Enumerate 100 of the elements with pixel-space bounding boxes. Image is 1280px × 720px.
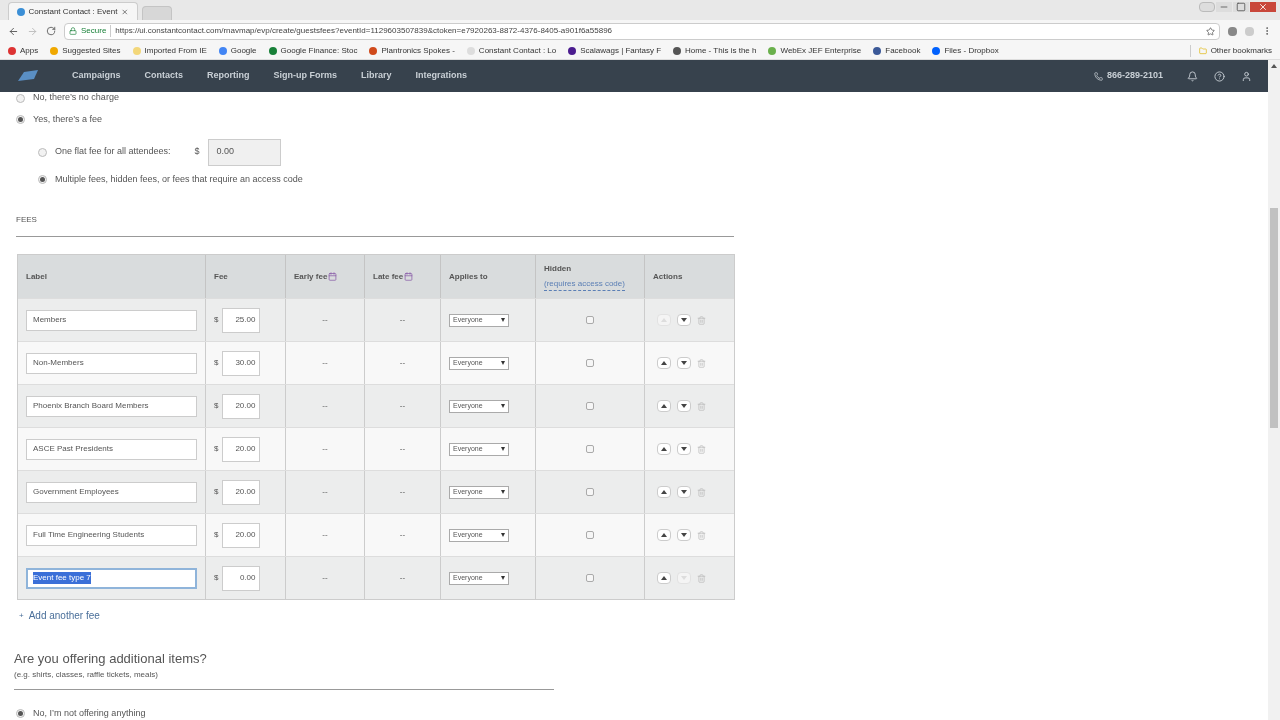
bookmark-link[interactable]: Files - Dropbox [932, 44, 999, 57]
bookmark-link[interactable]: Google [218, 44, 257, 57]
column-header: Applies to [449, 270, 488, 283]
phone-number: 866-289-2101 [1106, 69, 1163, 83]
back-icon[interactable] [8, 25, 19, 37]
late-fee-cell: -- [399, 572, 406, 584]
caret-icon [501, 533, 505, 537]
bookmark-link[interactable]: Scalawags | Fantasy F [568, 44, 662, 57]
hidden-checkbox[interactable] [586, 316, 594, 324]
reload-icon[interactable] [46, 26, 56, 36]
fee-amount-field[interactable]: 0.00 [222, 565, 261, 591]
nav-link[interactable]: Library [361, 69, 392, 83]
late-fee-cell: -- [399, 314, 406, 326]
move-up-button[interactable] [657, 486, 671, 498]
browser-tab[interactable]: Constant Contact : Event [8, 2, 138, 20]
bookmark-folder[interactable]: Other bookmarks [1189, 44, 1272, 57]
caret-icon [501, 318, 505, 322]
column-header: Early fee [294, 270, 328, 283]
radio-button[interactable] [16, 708, 25, 718]
move-up-button[interactable] [657, 529, 671, 541]
hidden-checkbox[interactable] [586, 445, 594, 453]
bookmark-link[interactable]: Home - This is the h [673, 44, 757, 57]
fee-amount-field[interactable]: 20.00 [222, 393, 261, 419]
bookmark-link[interactable]: Imported From IE [132, 44, 207, 57]
user-icon[interactable] [1241, 70, 1252, 82]
late-fee-cell: -- [399, 486, 406, 498]
profile-icon[interactable] [1199, 2, 1215, 12]
nav-link[interactable]: Contacts [144, 69, 184, 83]
currency-label: $ [214, 443, 219, 455]
fee-label-field[interactable]: Non-Members [26, 352, 197, 374]
bookmark-icon [673, 46, 682, 55]
flat-fee-field[interactable]: 0.00 [207, 138, 281, 166]
bookmark-star-icon[interactable] [1206, 26, 1215, 36]
move-down-button[interactable] [677, 314, 691, 326]
help-icon[interactable] [1214, 70, 1225, 82]
forward-icon[interactable] [27, 25, 38, 37]
hidden-checkbox[interactable] [586, 488, 594, 496]
fee-amount-field[interactable]: 20.00 [222, 479, 261, 505]
move-up-button[interactable] [657, 443, 671, 455]
hidden-checkbox[interactable] [586, 402, 594, 410]
bookmark-link[interactable]: Suggested Sites [50, 44, 121, 57]
hidden-checkbox[interactable] [586, 574, 594, 582]
move-down-button[interactable] [677, 357, 691, 369]
early-fee-cell: -- [322, 529, 328, 541]
nav-link[interactable]: Reporting [207, 69, 250, 83]
fee-label-field[interactable]: ASCE Past Presidents [26, 438, 197, 460]
option-label: One flat fee for all attendees: [55, 145, 171, 159]
calendar-icon[interactable] [404, 272, 414, 281]
close-icon[interactable] [1250, 2, 1276, 12]
bookmark-link[interactable]: WebEx JEF Enterprise [768, 44, 862, 57]
calendar-icon[interactable] [328, 272, 338, 281]
move-up-button[interactable] [657, 400, 671, 412]
bell-icon[interactable] [1187, 70, 1198, 82]
fee-label-field[interactable]: Full Time Engineering Students [26, 524, 197, 546]
minimize-icon[interactable] [1216, 2, 1232, 12]
move-up-button[interactable] [657, 572, 671, 584]
column-header: Hidden [544, 262, 573, 275]
radio-button[interactable] [16, 115, 25, 125]
fee-amount-field[interactable]: 25.00 [222, 307, 261, 333]
fee-amount-field[interactable]: 20.00 [222, 522, 261, 548]
option-label: No, I’m not offering anything [33, 706, 146, 720]
bookmark-link[interactable]: Apps [8, 44, 39, 57]
fee-label-field[interactable]: Phoenix Branch Board Members [26, 395, 197, 417]
nav-link[interactable]: Sign-up Forms [273, 69, 338, 83]
currency-label: $ [214, 572, 219, 584]
move-down-button[interactable] [677, 400, 691, 412]
currency-label: $ [214, 314, 219, 326]
fee-label-field[interactable]: Members [26, 309, 197, 331]
option-label: Yes, there’s a fee [33, 113, 103, 126]
bookmark-link[interactable]: Google Finance: Stoc [268, 44, 358, 57]
fee-label-field[interactable]: Event fee type 7 [26, 567, 197, 589]
trash-icon[interactable] [697, 358, 706, 368]
address-bar[interactable]: Secure https://ui.constantcontact.com/rnavmap/evp/create/guestsfees?eventId=1129603507839&ctoken=e7920263-8872-4376-8405-a901f6a55896 [64, 22, 1220, 40]
bookmark-icon [218, 46, 227, 55]
fee-amount-field[interactable]: 20.00 [222, 436, 261, 462]
bookmark-link[interactable]: Facebook [873, 44, 921, 57]
nav-link[interactable]: Campaigns [72, 69, 121, 83]
bookmark-link[interactable]: Plantronics Spokes - [369, 44, 455, 57]
hidden-checkbox[interactable] [586, 359, 594, 367]
bookmark-link[interactable]: Constant Contact : Lo [466, 44, 557, 57]
trash-icon[interactable] [697, 444, 706, 454]
caret-icon [501, 576, 505, 580]
fee-label-field[interactable]: Government Employees [26, 481, 197, 503]
maximize-icon[interactable] [1233, 2, 1249, 12]
logo-icon [16, 69, 40, 83]
late-fee-cell: -- [399, 443, 406, 455]
move-up-button[interactable] [657, 357, 671, 369]
move-down-button[interactable] [677, 443, 691, 455]
nav-link[interactable]: Integrations [415, 69, 468, 83]
move-down-button[interactable] [677, 529, 691, 541]
move-down-button[interactable] [677, 486, 691, 498]
trash-icon[interactable] [697, 530, 706, 540]
radio-button[interactable] [38, 147, 47, 157]
close-icon[interactable] [121, 7, 129, 16]
bookmark-icon [369, 46, 378, 55]
hidden-checkbox[interactable] [586, 531, 594, 539]
fee-amount-field[interactable]: 30.00 [222, 350, 261, 376]
add-fee-link[interactable]: + Add another fee [19, 608, 100, 623]
radio-button[interactable] [16, 93, 25, 103]
radio-button[interactable] [38, 174, 47, 184]
